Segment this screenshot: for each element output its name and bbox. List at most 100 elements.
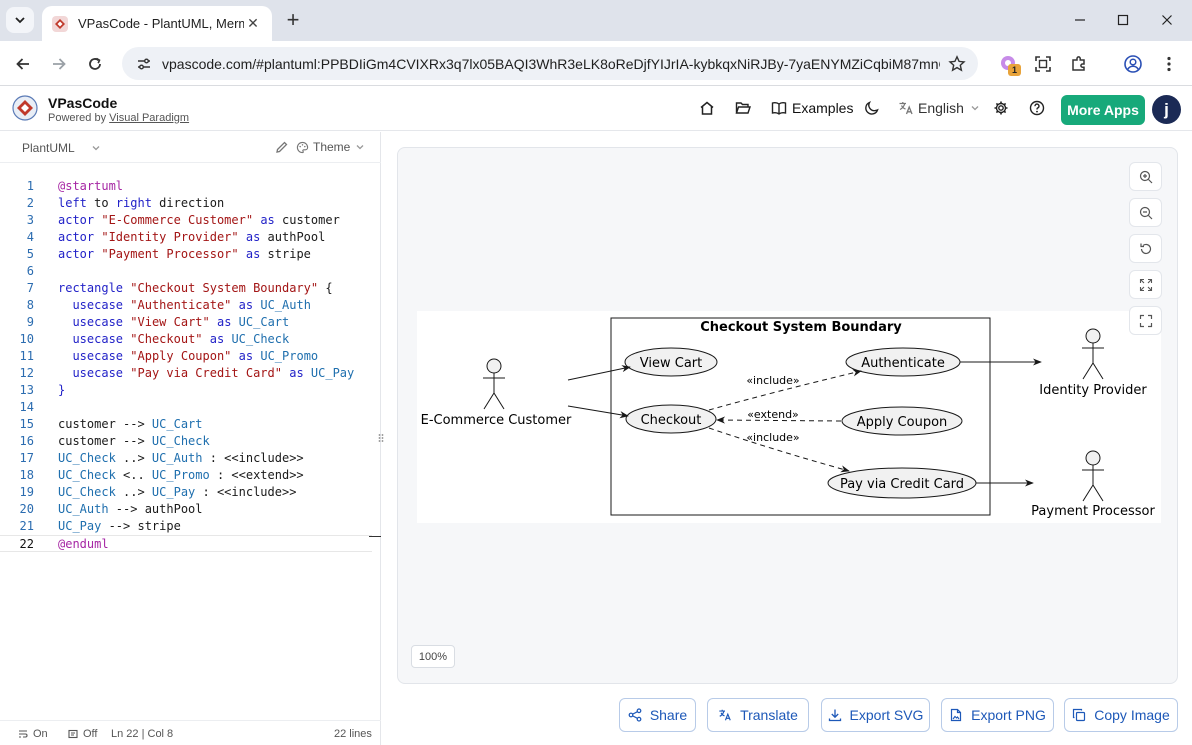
- code-line[interactable]: 18 UC_Check <.. UC_Promo : <<extend>>: [0, 467, 372, 484]
- code-token: --> stripe: [101, 519, 181, 533]
- code-line[interactable]: 20 UC_Auth --> authPool: [0, 501, 372, 518]
- fit-to-screen-button[interactable]: [1129, 270, 1162, 299]
- copy-icon: [1073, 708, 1086, 722]
- export-png-button[interactable]: Export PNG: [941, 698, 1054, 732]
- translate-button[interactable]: Translate: [707, 698, 809, 732]
- code-line[interactable]: 14: [0, 399, 372, 416]
- dep-include-pay-label: «include»: [746, 431, 799, 444]
- code-text-area[interactable]: 1 @startuml 2 left to right direction 3 actor…: [0, 178, 372, 552]
- dep-include-auth-label: «include»: [746, 374, 799, 387]
- line-content: @enduml: [58, 536, 109, 553]
- minimize-window-button[interactable]: [1062, 6, 1098, 34]
- zoom-out-button[interactable]: [1129, 198, 1162, 227]
- help-button[interactable]: [1028, 99, 1046, 117]
- scroll-position-marker: [369, 536, 381, 537]
- code-token: "Checkout System Boundary": [130, 281, 319, 295]
- export-svg-button[interactable]: Export SVG: [821, 698, 930, 732]
- home-icon: [700, 101, 714, 115]
- code-line[interactable]: 15 customer --> UC_Cart: [0, 416, 372, 433]
- code-line[interactable]: 21 UC_Pay --> stripe: [0, 518, 372, 535]
- actor-payment-processor[interactable]: [1082, 450, 1104, 502]
- actor-customer[interactable]: [483, 358, 505, 410]
- code-line[interactable]: 6: [0, 263, 372, 280]
- code-line[interactable]: 4 actor "Identity Provider" as authPool: [0, 229, 372, 246]
- pencil-icon[interactable]: [274, 139, 290, 155]
- settings-button[interactable]: [992, 99, 1010, 117]
- close-tab-icon[interactable]: ✕: [244, 15, 262, 33]
- code-token: UC_Cart: [238, 315, 290, 329]
- code-line[interactable]: 19 UC_Check ..> UC_Pay : <<include>>: [0, 484, 372, 501]
- share-button[interactable]: Share: [619, 698, 696, 732]
- code-line[interactable]: 8 usecase "Authenticate" as UC_Auth: [0, 297, 372, 314]
- code-token: : <<include>>: [195, 485, 297, 499]
- code-line[interactable]: 13}: [0, 382, 372, 399]
- code-line[interactable]: 16 customer --> UC_Check: [0, 433, 372, 450]
- code-line[interactable]: 10 usecase "Checkout" as UC_Check: [0, 331, 372, 348]
- panel-resize-handle[interactable]: [378, 432, 384, 444]
- code-token: UC_Check: [58, 485, 116, 499]
- url-field[interactable]: vpascode.com/#plantuml:PPBDIiGm4CVIXRx3q…: [122, 47, 978, 80]
- visual-paradigm-link[interactable]: Visual Paradigm: [109, 112, 189, 124]
- wrap-on-toggle[interactable]: On: [18, 728, 48, 740]
- back-button[interactable]: [9, 50, 37, 78]
- zoom-level-indicator[interactable]: 100%: [411, 645, 455, 668]
- code-token: UC_Check: [151, 434, 210, 448]
- diagram-language-select[interactable]: PlantUML: [22, 141, 101, 155]
- examples-button[interactable]: Examples: [771, 100, 853, 116]
- actor-identity-provider[interactable]: [1082, 328, 1104, 380]
- diagram-preview-panel[interactable]: Checkout System Boundary E-Commerce Cust…: [397, 147, 1178, 684]
- code-line[interactable]: 17 UC_Check ..> UC_Auth : <<include>>: [0, 450, 372, 467]
- brand-title: VPasCode: [48, 95, 118, 111]
- maximize-window-button[interactable]: [1105, 6, 1141, 34]
- vpascode-favicon-icon: [52, 15, 68, 32]
- code-line[interactable]: 12 usecase "Pay via Credit Card" as UC_P…: [0, 365, 372, 382]
- open-folder-button[interactable]: [734, 99, 752, 117]
- language-selector[interactable]: English: [898, 100, 980, 116]
- code-token: as: [238, 298, 254, 312]
- browser-menu-icon[interactable]: [1157, 52, 1181, 76]
- code-line[interactable]: 2 left to right direction: [0, 195, 372, 212]
- line-number: 18: [19, 468, 34, 482]
- code-line[interactable]: 9 usecase "View Cart" as UC_Cart: [0, 314, 372, 331]
- line-content: usecase "Apply Coupon" as UC_Promo: [58, 348, 318, 365]
- screenshot-tool-icon[interactable]: [1031, 52, 1055, 76]
- code-line[interactable]: 3 actor "E-Commerce Customer" as customer: [0, 212, 372, 229]
- browser-tab-active[interactable]: VPasCode - PlantUML, Mermaid ✕: [42, 6, 272, 41]
- code-token: actor: [58, 230, 95, 244]
- extension-copilot-icon[interactable]: 1: [997, 52, 1021, 76]
- usecase-checkout-label: Checkout: [641, 413, 702, 428]
- reset-zoom-button[interactable]: [1129, 234, 1162, 263]
- code-line[interactable]: 1 @startuml: [0, 178, 372, 195]
- vpascode-logo-icon[interactable]: [12, 95, 38, 121]
- copy-image-button[interactable]: Copy Image: [1064, 698, 1178, 732]
- code-line[interactable]: 7 rectangle "Checkout System Boundary" {: [0, 280, 372, 297]
- minimize-icon: [1075, 19, 1085, 21]
- line-content: UC_Check ..> UC_Pay : <<include>>: [58, 484, 296, 501]
- user-avatar[interactable]: j: [1152, 95, 1181, 124]
- theme-select[interactable]: Theme: [296, 140, 365, 154]
- fullscreen-button[interactable]: [1129, 306, 1162, 335]
- folder-open-icon: [735, 102, 751, 114]
- close-window-button[interactable]: [1149, 6, 1185, 34]
- url-text: vpascode.com/#plantuml:PPBDIiGm4CVIXRx3q…: [162, 55, 940, 72]
- code-token: customer -->: [58, 417, 152, 431]
- wrap-off-toggle[interactable]: Off: [68, 728, 97, 740]
- code-line[interactable]: 22 @enduml: [0, 535, 372, 552]
- bookmark-star-icon[interactable]: [948, 55, 966, 73]
- new-tab-button[interactable]: +: [281, 7, 305, 32]
- site-settings-icon[interactable]: [136, 56, 152, 72]
- tab-search-button[interactable]: [6, 7, 34, 33]
- reload-button[interactable]: [81, 50, 109, 78]
- zoom-in-button[interactable]: [1129, 162, 1162, 191]
- home-button[interactable]: [698, 99, 716, 117]
- more-apps-button[interactable]: More Apps: [1061, 95, 1145, 125]
- actor-payment-label: Payment Processor: [1031, 504, 1155, 519]
- code-line[interactable]: 5 actor "Payment Processor" as stripe: [0, 246, 372, 263]
- extensions-puzzle-icon[interactable]: [1067, 52, 1091, 76]
- profile-icon[interactable]: [1121, 52, 1145, 76]
- code-line[interactable]: 11 usecase "Apply Coupon" as UC_Promo: [0, 348, 372, 365]
- forward-button[interactable]: [45, 50, 73, 78]
- code-token: customer: [274, 213, 340, 227]
- dark-mode-toggle[interactable]: [863, 99, 881, 117]
- diagram-canvas[interactable]: Checkout System Boundary E-Commerce Cust…: [417, 311, 1161, 523]
